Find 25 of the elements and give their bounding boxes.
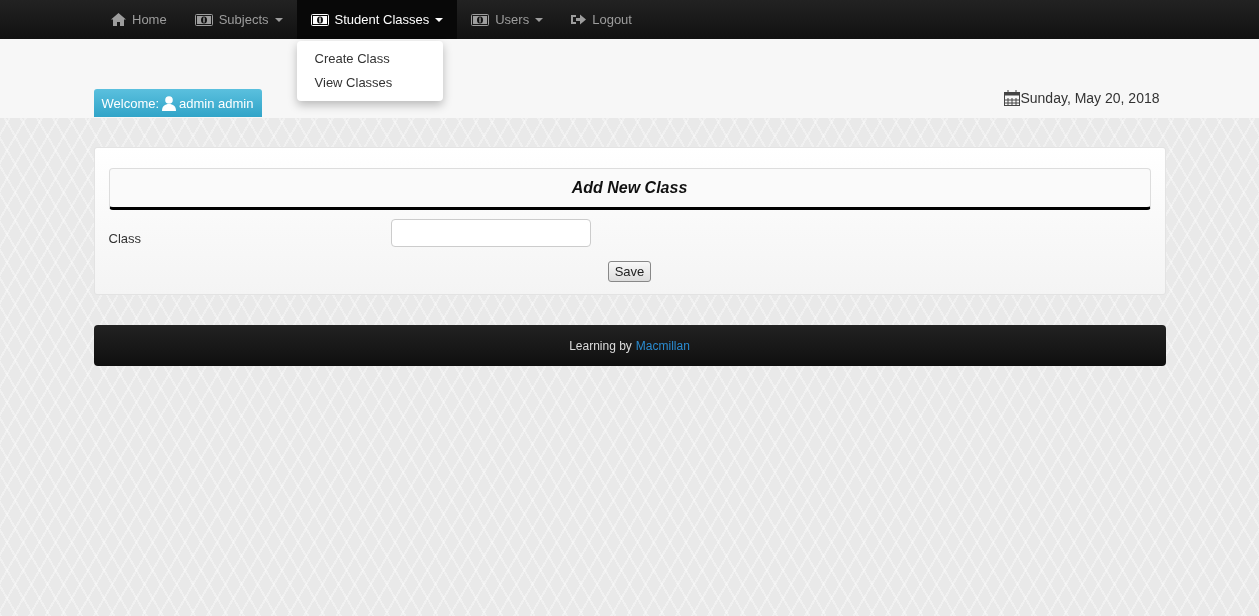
footer-link[interactable]: Macmillan	[635, 338, 690, 353]
nav-item[interactable]: Subjects	[180, 0, 297, 39]
nav-item[interactable]: Logout	[557, 0, 646, 39]
menu-item[interactable]: Create Class	[296, 47, 443, 71]
field-label: Class	[108, 229, 142, 246]
banknote-icon	[194, 13, 213, 26]
nav-item[interactable]: Users	[457, 0, 558, 39]
banknote-icon	[310, 13, 329, 26]
form-title: Add New Class	[108, 168, 1151, 210]
caret-icon	[274, 17, 283, 22]
user-name: admin admin	[179, 95, 254, 111]
date-text: Sunday, May 20, 2018	[1020, 90, 1160, 106]
class-input[interactable]	[390, 219, 591, 247]
menu-item[interactable]: View Classes	[296, 71, 443, 95]
welcome-label: Welcome:	[101, 95, 160, 111]
caret-icon	[435, 17, 444, 22]
footer-text: Learning by	[569, 338, 632, 353]
calendar-icon	[1004, 90, 1021, 106]
nav-item[interactable]: Home	[97, 0, 181, 39]
save-button[interactable]: Save	[607, 261, 652, 282]
banknote-icon	[471, 13, 490, 26]
caret-icon	[535, 17, 544, 22]
user-icon	[162, 95, 177, 111]
home-icon	[111, 13, 126, 26]
logout-icon	[571, 13, 587, 26]
